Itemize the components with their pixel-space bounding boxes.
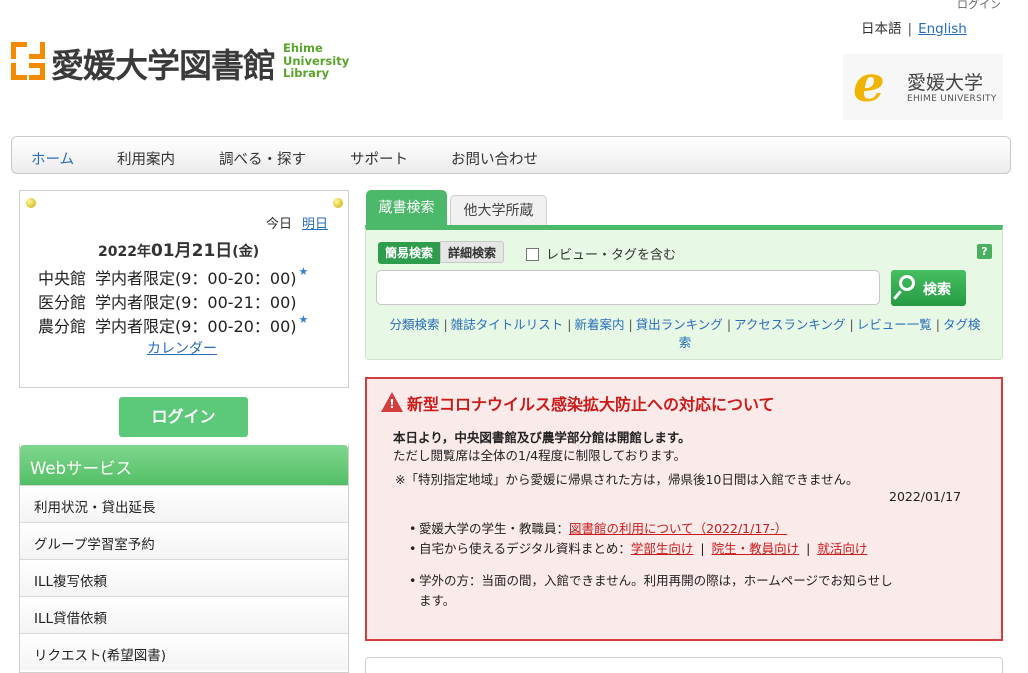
search-icon [899,275,915,291]
undergrad-link[interactable]: 学部生向け [631,541,694,556]
search-mode-toggle: 簡易検索 詳細検索 [378,241,505,264]
notice-title: 新型コロナウイルス感染拡大防止への対応について [407,395,775,414]
nav-support[interactable]: サポート [350,148,408,169]
ws-item-usage[interactable]: 利用状況・貸出延長 [20,485,348,522]
pin-icon [333,198,343,208]
search-panel: 簡易検索 詳細検索 レビュー・タグを含む ? 検索 分類検索 | 雑誌タイトルリスト |… [365,225,1003,360]
tab-catalog-search[interactable]: 蔵書検索 [366,190,447,227]
grad-faculty-link[interactable]: 院生・教員向け [712,541,800,556]
notice-line: ※「特別指定地域」から愛媛に帰県された方は，帰県後10日間は入館できません。 [395,472,859,487]
link-classification[interactable]: 分類検索 [389,317,439,332]
job-hunting-link[interactable]: 就活向け [817,541,867,556]
include-reviews-checkbox[interactable]: レビュー・タグを含む [526,244,676,263]
library-logo[interactable]: 愛媛大学図書館 Ehime University Library [11,40,351,85]
library-usage-link[interactable]: 図書館の利用について（2022/1/17-） [569,521,787,536]
main-nav: ホーム 利用案内 調べる・探す サポート お問い合わせ [11,136,1011,174]
notice-line: ただし閲覧席は全体の1/4程度に制限しております。 [393,448,687,463]
notice-date: 2022/01/17 [889,489,962,504]
link-new-arrivals[interactable]: 新着案内 [574,317,624,332]
hours-row: 医分館 学内者限定(9：00-21：00) [38,293,297,312]
login-button[interactable]: ログイン [119,397,248,437]
eu-lib-logo-icon [11,42,47,82]
calendar-date: 2022年01月21日(金) [98,241,260,261]
university-name-en: EHIME UNIVERSITY [907,94,997,104]
lang-english-link[interactable]: English [918,21,967,37]
link-loan-ranking[interactable]: 貸出ランキング [636,317,723,332]
library-title: 愛媛大学図書館 [51,46,276,85]
nav-home[interactable]: ホーム [31,148,74,169]
list-item: 学外の方：当面の間，入館できません。利用再開の際は，ホームページでお知らせし ま… [409,571,893,611]
lang-separator: | [907,21,913,37]
university-e-icon: e [853,54,885,113]
top-login-link[interactable]: ログイン [957,0,1001,12]
lang-japanese: 日本語 [861,21,902,37]
language-switcher: 日本語 | English [861,17,967,37]
hours-row: 農分館 学内者限定(9：00-20：00) ★ [38,313,309,336]
web-service-title: Webサービス [20,445,348,485]
ws-item-ill-loan[interactable]: ILL貸借依頼 [20,596,348,633]
link-access-ranking[interactable]: アクセスランキング [734,317,846,332]
nav-contact[interactable]: お問い合わせ [451,148,538,169]
library-title-en: Ehime University Library [283,41,350,80]
university-logo[interactable]: e 愛媛大学 EHIME UNIVERSITY [843,54,1003,120]
tomorrow-link[interactable]: 明日 [302,217,328,232]
link-review-list[interactable]: レビュー一覧 [857,317,932,332]
day-selector: 今日 明日 [266,213,328,232]
news-panel [365,657,1003,673]
hours-row: 中央館 学内者限定(9：00-20：00) ★ [38,265,309,288]
list-item: 自宅から使えるデジタル資料まとめ：学部生向け|院生・教員向け|就活向け [409,539,867,559]
nav-guide[interactable]: 利用案内 [117,148,175,169]
calendar-link[interactable]: カレンダー [147,338,217,358]
ws-item-ill-copy[interactable]: ILL複写依頼 [20,559,348,596]
link-journal-titles[interactable]: 雑誌タイトルリスト [451,317,564,332]
simple-search-mode[interactable]: 簡易検索 [378,242,441,264]
list-item: 愛媛大学の学生・教職員：図書館の利用について（2022/1/17-） [409,519,787,539]
advanced-search-mode[interactable]: 詳細検索 [440,241,505,263]
web-service-panel: Webサービス 利用状況・貸出延長 グループ学習室予約 ILL複写依頼 ILL貸… [19,445,349,673]
search-input[interactable] [376,270,880,305]
tab-other-universities[interactable]: 他大学所蔵 [450,195,547,227]
search-links: 分類検索 | 雑誌タイトルリスト | 新着案内 | 貸出ランキング | アクセスランキング | レビ… [389,317,981,350]
notice-line: 本日より，中央図書館及び農学部分館は開館します。 [393,430,691,445]
checkbox-icon[interactable] [526,248,539,261]
help-icon[interactable]: ? [977,244,992,259]
opening-hours-calendar: 今日 明日 2022年01月21日(金) 中央館 学内者限定(9：00-20：00)… [19,190,349,388]
ws-item-group-room[interactable]: グループ学習室予約 [20,522,348,559]
today-label[interactable]: 今日 [266,217,292,232]
warning-icon: ! [381,392,403,412]
ws-item-request[interactable]: リクエスト(希望図書) [20,633,348,670]
university-name: 愛媛大学 [907,72,984,94]
search-button[interactable]: 検索 [891,270,966,306]
star-icon[interactable]: ★ [299,313,309,326]
covid-notice: ! 新型コロナウイルス感染拡大防止への対応について 本日より，中央図書館及び農学… [365,377,1003,641]
include-reviews-label: レビュー・タグを含む [546,248,677,263]
nav-search[interactable]: 調べる・探す [219,148,306,169]
star-icon[interactable]: ★ [299,265,309,278]
pin-icon [26,198,36,208]
